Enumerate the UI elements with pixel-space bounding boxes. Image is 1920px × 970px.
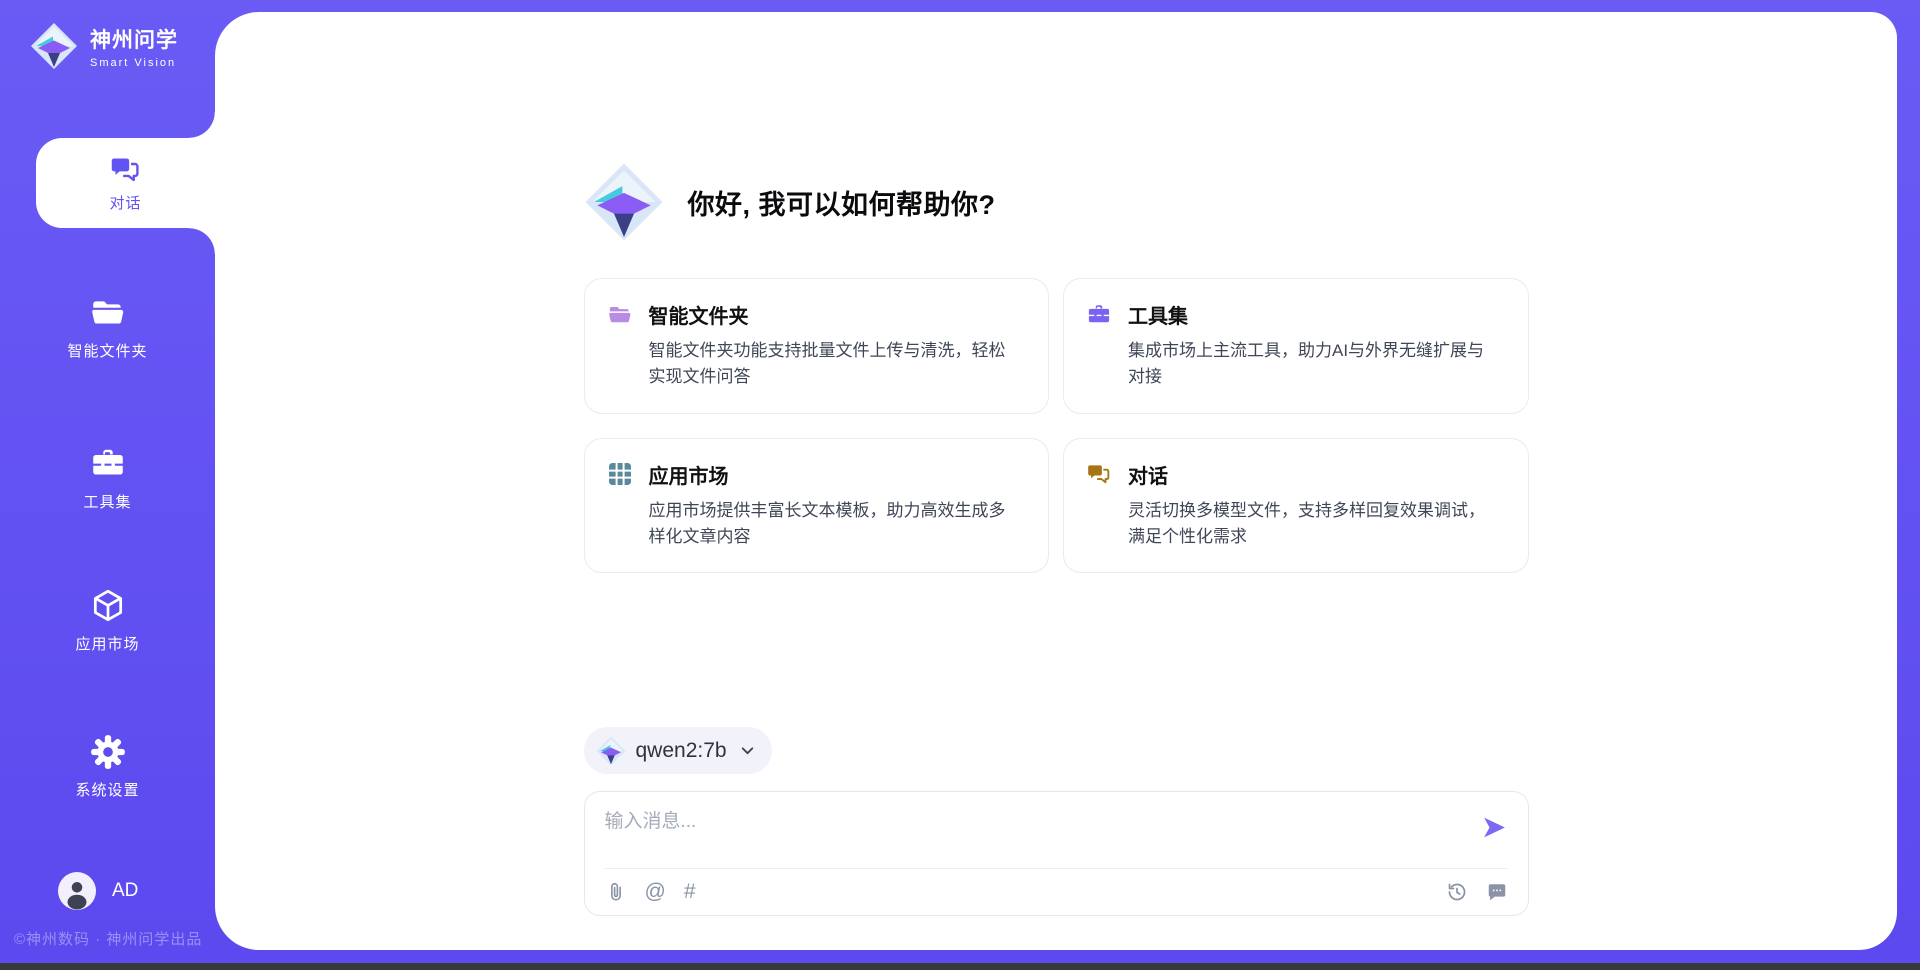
greeting: 你好, 我可以如何帮助你? <box>584 162 1529 242</box>
tab-fillet-bottom <box>189 228 215 254</box>
app-window: 神州问学 Smart Vision 对话 <box>0 0 1920 970</box>
greeting-title: 你好, 我可以如何帮助你? <box>688 183 996 222</box>
card-title: 对话 <box>1128 460 1168 489</box>
model-logo-icon <box>596 736 626 766</box>
at-icon[interactable]: @ <box>645 881 666 903</box>
sidebar-item-label: 对话 <box>109 192 141 213</box>
send-icon[interactable] <box>1481 814 1508 841</box>
app-logo-icon <box>584 162 664 242</box>
card-title: 应用市场 <box>649 460 729 489</box>
history-icon[interactable] <box>1446 881 1468 903</box>
sidebar-item-label: 应用市场 <box>75 633 139 654</box>
paperclip-icon[interactable] <box>605 881 627 903</box>
sidebar-item-smart-folder[interactable]: 智能文件夹 <box>0 287 215 367</box>
window-bottom-edge <box>0 963 1920 970</box>
model-selector[interactable]: qwen2:7b <box>584 727 772 774</box>
gear-icon <box>89 733 127 771</box>
message-icon[interactable] <box>1486 881 1508 903</box>
grid-icon <box>607 461 633 487</box>
sidebar-item-settings[interactable]: 系统设置 <box>0 726 215 806</box>
card-chat[interactable]: 对话 灵活切换多模型文件，支持多样回复效果调试，满足个性化需求 <box>1063 438 1529 574</box>
card-description: 应用市场提供丰富长文本模板，助力高效生成多样化文章内容 <box>649 498 1017 551</box>
feature-cards: 智能文件夹 智能文件夹功能支持批量文件上传与清洗，轻松实现文件问答 <box>584 278 1529 573</box>
sidebar-item-label: 系统设置 <box>75 779 139 800</box>
card-description: 灵活切换多模型文件，支持多样回复效果调试，满足个性化需求 <box>1128 498 1496 551</box>
chat-icon <box>1086 461 1112 487</box>
folder-icon <box>607 302 633 328</box>
chevron-down-icon <box>739 742 756 759</box>
card-smart-folder[interactable]: 智能文件夹 智能文件夹功能支持批量文件上传与清洗，轻松实现文件问答 <box>584 278 1050 414</box>
folder-icon <box>89 294 127 332</box>
card-title: 工具集 <box>1128 300 1188 329</box>
brand-subtitle: Smart Vision <box>90 57 178 69</box>
cube-icon <box>89 587 127 625</box>
user-initials: AD <box>112 880 138 902</box>
sidebar-item-app-market[interactable]: 应用市场 <box>0 580 215 660</box>
tab-fillet-top <box>189 112 215 138</box>
card-toolset[interactable]: 工具集 集成市场上主流工具，助力AI与外界无缝扩展与对接 <box>1063 278 1529 414</box>
brand-logo-icon <box>30 20 78 72</box>
copyright: ©神州数码 · 神州问学出品 <box>14 928 214 949</box>
toolbox-icon <box>1086 302 1112 328</box>
message-input[interactable] <box>605 806 1425 860</box>
main-panel: 你好, 我可以如何帮助你? 智能文件夹 智能文件夹功能支持批量文件上传与清洗，轻… <box>215 12 1897 950</box>
toolbox-icon <box>89 445 127 483</box>
user-profile[interactable]: AD <box>58 872 138 910</box>
sidebar-item-label: 智能文件夹 <box>67 340 147 361</box>
model-name: qwen2:7b <box>636 739 727 763</box>
message-input-box: @ # <box>584 791 1529 916</box>
brand-name: 神州问学 <box>90 24 178 54</box>
card-description: 智能文件夹功能支持批量文件上传与清洗，轻松实现文件问答 <box>649 338 1017 391</box>
card-app-market[interactable]: 应用市场 应用市场提供丰富长文本模板，助力高效生成多样化文章内容 <box>584 438 1050 574</box>
sidebar: 神州问学 Smart Vision 对话 <box>0 0 215 970</box>
card-description: 集成市场上主流工具，助力AI与外界无缝扩展与对接 <box>1128 338 1496 391</box>
chat-icon <box>109 153 142 186</box>
brand: 神州问学 Smart Vision <box>30 20 178 72</box>
sidebar-item-chat[interactable]: 对话 <box>36 138 215 228</box>
avatar <box>58 872 96 910</box>
sidebar-item-label: 工具集 <box>83 491 131 512</box>
card-title: 智能文件夹 <box>649 300 749 329</box>
hash-icon[interactable]: # <box>684 881 696 903</box>
sidebar-item-toolset[interactable]: 工具集 <box>0 438 215 518</box>
